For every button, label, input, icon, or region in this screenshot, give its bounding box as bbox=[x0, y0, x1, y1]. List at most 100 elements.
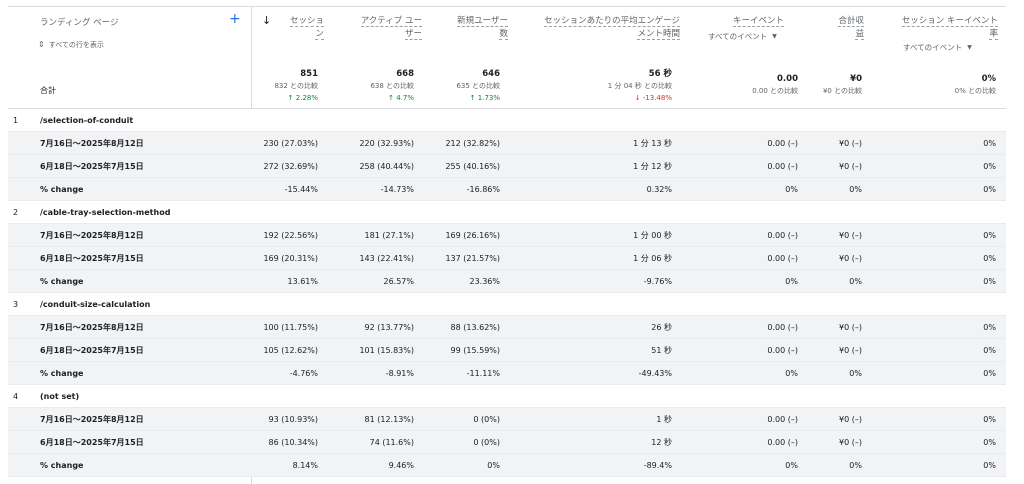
cell-new: 255 (40.16%) bbox=[445, 162, 500, 171]
table-row[interactable]: 7月16日～2025年8月12日 100 (11.75%) 92 (13.77%) 8… bbox=[8, 316, 1006, 339]
cell-engage: 0.32% bbox=[646, 185, 672, 194]
show-all-rows-toggle[interactable]: ⇕ すべての行を表示 bbox=[38, 40, 104, 50]
cell-engage: -89.4% bbox=[643, 461, 672, 470]
row-index: 1 bbox=[13, 116, 19, 125]
landing-page-link[interactable]: /selection-of-conduit bbox=[40, 109, 133, 132]
landing-page-link[interactable]: /conduit-size-calculation bbox=[40, 293, 150, 316]
sort-descending-icon[interactable]: ↓ bbox=[262, 14, 271, 27]
cell-rate: 0% bbox=[983, 277, 996, 286]
cell-engage: 1 分 00 秒 bbox=[633, 231, 672, 240]
change-row[interactable]: % change -15.44% -14.73% -16.86% 0.32% 0% 0% 0% bbox=[8, 178, 1006, 201]
cell-revenue: 0% bbox=[849, 461, 862, 470]
cell-revenue: 0% bbox=[849, 369, 862, 378]
total-revenue: ¥0 ¥0 との比較 bbox=[822, 74, 862, 95]
landing-page-link[interactable]: /cable-tray-selection-method bbox=[40, 201, 170, 224]
landing-page-link[interactable]: (not set) bbox=[40, 385, 79, 408]
row-label: % change bbox=[40, 461, 84, 470]
table-row[interactable]: 6月18日～2025年7月15日 105 (12.62%) 101 (15.83%)… bbox=[8, 339, 1006, 362]
change-row[interactable]: % change 13.61% 26.57% 23.36% -9.76% 0% 0% 0% bbox=[8, 270, 1006, 293]
col-header-session-key-event-rate[interactable]: セッション キーイベント 率 bbox=[888, 15, 998, 41]
cell-rate: 0% bbox=[983, 139, 996, 148]
table-row[interactable]: 6月18日～2025年7月15日 86 (10.34%) 74 (11.6%) 0 (… bbox=[8, 431, 1006, 454]
row-label: % change bbox=[40, 185, 84, 194]
row-index: 4 bbox=[13, 392, 19, 401]
cell-rate: 0% bbox=[983, 346, 996, 355]
row-index: 2 bbox=[13, 208, 19, 217]
col-header-sessions[interactable]: セッショ ン bbox=[278, 15, 324, 41]
change-row[interactable]: % change 8.14% 9.46% 0% -89.4% 0% 0% 0% bbox=[8, 454, 1006, 477]
row-label: 7月16日～2025年8月12日 bbox=[40, 323, 144, 332]
cell-engage: -49.43% bbox=[638, 369, 672, 378]
table-row[interactable]: 6月18日～2025年7月15日 169 (20.31%) 143 (22.41%)… bbox=[8, 247, 1006, 270]
total-active-users: 668 638 との比較 ↑ 4.7% bbox=[370, 69, 414, 102]
total-key-events: 0.00 0.00 との比較 bbox=[752, 74, 798, 95]
cell-new: 137 (21.57%) bbox=[445, 254, 500, 263]
cell-engage: 1 分 13 秒 bbox=[633, 139, 672, 148]
group-row[interactable]: 1/selection-of-conduit bbox=[8, 109, 1006, 132]
cell-rate: 0% bbox=[983, 162, 996, 171]
col-header-active-users[interactable]: アクティブ ユー ザー bbox=[338, 15, 422, 41]
table-row[interactable]: 7月16日～2025年8月12日 192 (22.56%) 181 (27.1%) 1… bbox=[8, 224, 1006, 247]
row-label: % change bbox=[40, 277, 84, 286]
cell-new: 0 (0%) bbox=[473, 438, 500, 447]
cell-revenue: 0% bbox=[849, 185, 862, 194]
rate-filter-dropdown[interactable]: すべてのイベント ▼ bbox=[903, 42, 972, 53]
col-header-total-revenue[interactable]: 合計収 益 bbox=[818, 15, 864, 41]
change-row[interactable]: % change -4.76% -8.91% -11.11% -49.43% 0% 0% 0% bbox=[8, 362, 1006, 385]
row-label: 7月16日～2025年8月12日 bbox=[40, 139, 144, 148]
cell-engage: 26 秒 bbox=[651, 323, 672, 332]
group-row[interactable]: 3/conduit-size-calculation bbox=[8, 293, 1006, 316]
group-row[interactable]: 4 (not set) bbox=[8, 385, 1006, 408]
cell-new: 23.36% bbox=[469, 277, 500, 286]
row-label: 7月16日～2025年8月12日 bbox=[40, 415, 144, 424]
cell-engage: 12 秒 bbox=[651, 438, 672, 447]
table-header: ランディング ページ + ⇕ すべての行を表示 ↓ セッショ ン アクティブ ユ… bbox=[8, 7, 1006, 63]
table-row[interactable]: 6月18日～2025年7月15日 272 (32.69%) 258 (40.44%)… bbox=[8, 155, 1006, 178]
dimension-header[interactable]: ランディング ページ bbox=[40, 16, 118, 28]
col-header-key-events[interactable]: キーイベント bbox=[698, 15, 784, 28]
cell-engage: 51 秒 bbox=[651, 346, 672, 355]
total-avg-engagement: 56 秒 1 分 04 秒 との比較 ↓ -13.48% bbox=[607, 69, 672, 102]
cell-new: 212 (32.82%) bbox=[445, 139, 500, 148]
group-row[interactable]: 2/cable-tray-selection-method bbox=[8, 201, 1006, 224]
col-header-avg-engagement[interactable]: セッションあたりの平均エンゲージ メント時間 bbox=[518, 15, 680, 41]
cell-revenue: 0% bbox=[849, 277, 862, 286]
total-sessions: 851 832 との比較 ↑ 2.28% bbox=[274, 69, 318, 102]
add-dimension-icon[interactable]: + bbox=[229, 12, 241, 26]
cell-new: 0 (0%) bbox=[473, 415, 500, 424]
cell-revenue: ¥0 (–) bbox=[839, 438, 862, 447]
row-index: 3 bbox=[13, 300, 19, 309]
cell-new: 0% bbox=[487, 461, 500, 470]
cell-revenue: ¥0 (–) bbox=[839, 162, 862, 171]
cell-rate: 0% bbox=[983, 369, 996, 378]
cell-rate: 0% bbox=[983, 254, 996, 263]
cell-rate: 0% bbox=[983, 323, 996, 332]
report-table: ランディング ページ + ⇕ すべての行を表示 ↓ セッショ ン アクティブ ユ… bbox=[8, 6, 1006, 484]
cell-rate: 0% bbox=[983, 438, 996, 447]
table-row[interactable]: 7月16日～2025年8月12日 230 (27.03%) 220 (32.93%)… bbox=[8, 132, 1006, 155]
cell-revenue: ¥0 (–) bbox=[839, 254, 862, 263]
cell-revenue: ¥0 (–) bbox=[839, 415, 862, 424]
table-row[interactable]: 7月16日～2025年8月12日 93 (10.93%) 81 (12.13%) 0 … bbox=[8, 408, 1006, 431]
cell-revenue: ¥0 (–) bbox=[839, 346, 862, 355]
cell-rate: 0% bbox=[983, 185, 996, 194]
cell-revenue: ¥0 (–) bbox=[839, 139, 862, 148]
cell-new: 99 (15.59%) bbox=[450, 346, 500, 355]
cell-engage: 1 分 12 秒 bbox=[633, 162, 672, 171]
cell-new: -11.11% bbox=[466, 369, 500, 378]
cell-engage: -9.76% bbox=[643, 277, 672, 286]
show-all-rows-label: すべての行を表示 bbox=[48, 41, 104, 49]
row-label: 6月18日～2025年7月15日 bbox=[40, 254, 144, 263]
cell-engage: 1 秒 bbox=[656, 415, 672, 424]
key-events-filter-dropdown[interactable]: すべてのイベント ▼ bbox=[708, 31, 777, 42]
cell-rate: 0% bbox=[983, 415, 996, 424]
col-header-new-users[interactable]: 新規ユーザー 数 bbox=[432, 15, 508, 41]
cell-new: 88 (13.62%) bbox=[450, 323, 500, 332]
totals-label: 合計 bbox=[40, 86, 56, 95]
cell-rate: 0% bbox=[983, 231, 996, 240]
cell-revenue: ¥0 (–) bbox=[839, 323, 862, 332]
expand-rows-icon: ⇕ bbox=[38, 40, 45, 49]
cell-revenue: ¥0 (–) bbox=[839, 231, 862, 240]
cell-engage: 1 分 06 秒 bbox=[633, 254, 672, 263]
row-label: 6月18日～2025年7月15日 bbox=[40, 162, 144, 171]
